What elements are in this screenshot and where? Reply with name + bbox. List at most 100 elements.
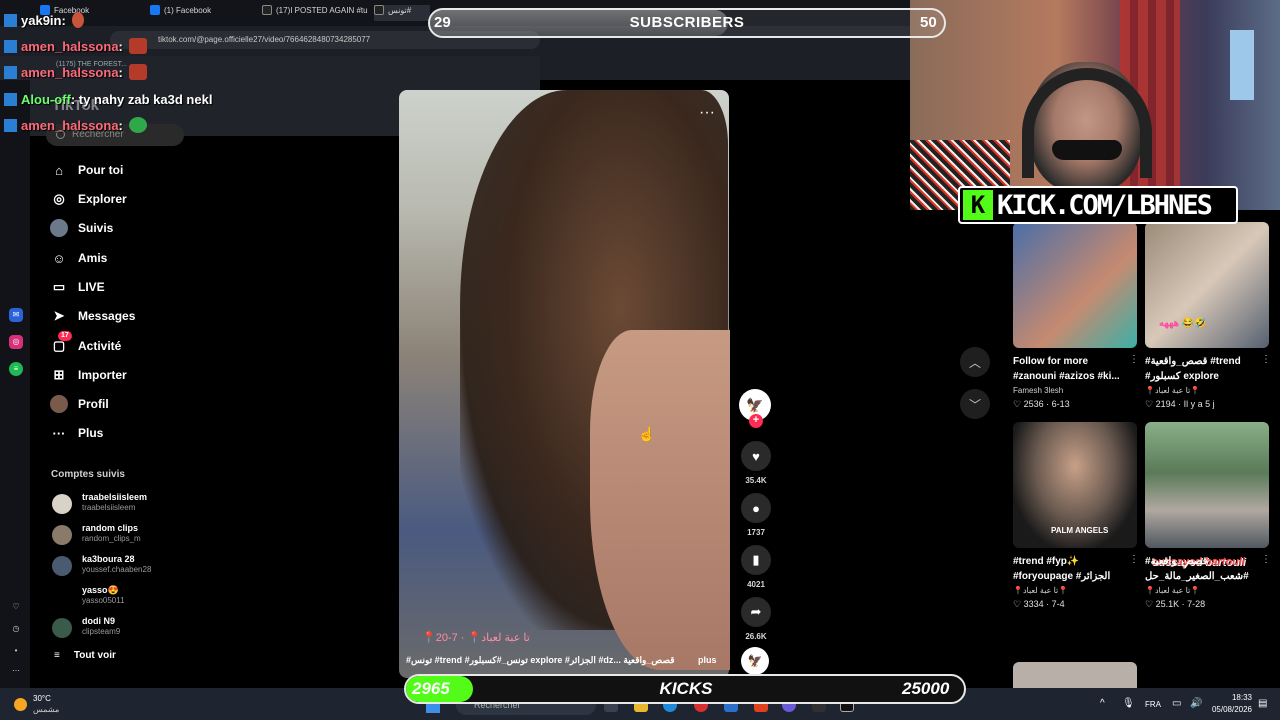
chevron-down-icon: ﹀ — [968, 397, 981, 412]
more-icon[interactable]: ⋮ — [1261, 354, 1271, 365]
notification-icon[interactable]: ▤ — [1258, 698, 1267, 709]
chevron-up-icon[interactable]: ^ — [1100, 698, 1105, 709]
avatar — [52, 618, 72, 638]
share-button[interactable]: ➦ — [741, 597, 771, 627]
following-accounts-title: Comptes suivis — [51, 469, 125, 480]
clock-time[interactable]: 18:33 — [1224, 693, 1252, 702]
subscriber-goal-label: SUBSCRIBERS — [629, 14, 745, 31]
more-icon: ··· — [52, 425, 66, 441]
more-icon[interactable]: ⋮ — [1129, 554, 1139, 565]
more-icon[interactable]: ⋯ — [9, 664, 23, 678]
thumbnail-caption: PALM ANGELS — [1051, 526, 1109, 535]
tiktok-icon — [374, 5, 384, 15]
comment-button[interactable]: ● — [741, 493, 771, 523]
browser-side-panel: ✉ ◎ ≡ ♡ ◷ • ⋯ — [0, 80, 30, 688]
emote-icon — [128, 117, 147, 133]
kick-badge-icon — [4, 65, 17, 79]
chat-message: amen_halssona : — [4, 37, 147, 55]
video-options-icon[interactable]: ··· — [699, 104, 715, 122]
subscriber-goal-target: 50 — [920, 14, 937, 31]
kick-badge-icon — [4, 92, 17, 106]
notification-badge: 17 — [58, 331, 72, 341]
kick-channel-banner: K KICK.COM/LBHNES — [958, 186, 1238, 224]
network-icon[interactable]: ▭ — [1172, 698, 1181, 709]
avatar — [52, 587, 72, 607]
video-thumbnail — [1145, 222, 1269, 348]
nav-activite[interactable]: ▢ 17 Activité — [50, 331, 121, 357]
kicks-count: 2965 — [412, 679, 450, 698]
more-link[interactable]: plus — [698, 655, 717, 665]
tiktok-icon — [262, 5, 272, 15]
sun-icon[interactable] — [14, 698, 27, 711]
live-icon: ▭ — [52, 279, 66, 294]
comment-count: 1737 — [747, 528, 765, 537]
more-icon[interactable]: ⋮ — [1129, 354, 1139, 365]
nav-plus[interactable]: ··· Plus — [50, 422, 104, 444]
heart-icon: ♥ — [752, 448, 760, 464]
browser-tab[interactable]: (17)I POSTED AGAIN #tu — [262, 5, 372, 21]
clock-date[interactable]: 05/08/2026 — [1204, 705, 1252, 714]
bookmark-icon: ▮ — [752, 552, 760, 567]
chat-message: yak9in : — [4, 11, 84, 29]
compass-icon: ◎ — [53, 191, 65, 206]
volume-icon[interactable]: 🔊 — [1190, 698, 1202, 709]
video-hashtags: #تونس #trend #تونس_#كسبلور explore #الجز… — [406, 655, 717, 665]
recording-icon[interactable]: • — [9, 644, 23, 658]
emote-icon — [128, 64, 147, 80]
nav-messages[interactable]: ➤ Messages — [50, 305, 136, 327]
friends-icon: ☺ — [52, 250, 66, 266]
nav-explorer[interactable]: ◎ Explorer — [50, 188, 126, 210]
heart-icon[interactable]: ♡ — [9, 600, 23, 614]
video-thumbnail — [1013, 222, 1137, 348]
messages-icon: ➤ — [53, 308, 65, 323]
messenger-icon[interactable]: ✉ — [9, 308, 23, 322]
thumbnail-caption: هههه 😂🤣 — [1159, 318, 1207, 329]
list-icon: ≡ — [54, 650, 60, 661]
nav-live[interactable]: ▭ LIVE — [50, 276, 105, 298]
facebook-icon — [150, 5, 160, 15]
kick-logo-icon: K — [963, 190, 993, 220]
avatar — [52, 494, 72, 514]
comment-icon: ● — [752, 500, 760, 516]
nav-amis[interactable]: ☺ Amis — [50, 247, 107, 269]
previous-video-button[interactable]: ︿ — [960, 347, 990, 377]
nav-importer[interactable]: ⊞ Importer — [50, 364, 127, 386]
see-all-link[interactable]: ≡ Tout voir — [54, 650, 116, 661]
subscriber-count: 29 — [434, 14, 451, 31]
weather-description: مشمس — [33, 705, 60, 714]
follow-plus-icon[interactable]: + — [749, 414, 763, 428]
sunglasses — [1052, 140, 1122, 160]
kick-badge-icon — [4, 13, 17, 27]
nav-suivis[interactable]: Suivis — [50, 217, 113, 239]
emote-icon — [128, 38, 147, 54]
chat-message: amen_halssona : — [4, 63, 147, 81]
avatar — [52, 556, 72, 576]
video-thumbnail[interactable] — [1013, 662, 1137, 688]
browser-tab[interactable]: (1) Facebook — [150, 5, 255, 21]
instagram-icon[interactable]: ◎ — [9, 335, 23, 349]
microphone-icon[interactable]: 🎙 — [1122, 698, 1135, 709]
video-frame-face — [590, 330, 730, 670]
spotify-icon[interactable]: ≡ — [9, 362, 23, 376]
more-icon[interactable]: ⋮ — [1261, 554, 1271, 565]
kicks-goal-label: KICKS — [659, 679, 713, 698]
chat-message: Alou-off : ty nahy zab ka3d nekl — [4, 90, 212, 108]
music-disc-icon[interactable]: 🦅 — [741, 647, 769, 675]
weather-temperature[interactable]: 30°C — [33, 694, 51, 703]
video-thumbnail — [1145, 422, 1269, 548]
keyboard-language[interactable]: FRA — [1145, 700, 1161, 709]
history-icon[interactable]: ◷ — [9, 622, 23, 636]
activity-icon: ▢ 17 — [50, 331, 72, 355]
video-caption: 📍تا عبة لعباد📍 · 7-20 — [422, 632, 530, 644]
chevron-up-icon: ︿ — [968, 355, 981, 370]
next-video-button[interactable]: ﹀ — [960, 389, 990, 419]
save-button[interactable]: ▮ — [741, 545, 771, 575]
nav-pour-toi[interactable]: ⌂ Pour toi — [50, 159, 123, 181]
nav-profil[interactable]: Profil — [50, 393, 109, 415]
home-icon: ⌂ — [55, 162, 63, 178]
browser-tab-active[interactable]: تونس# — [374, 5, 430, 21]
hand-cursor-icon: ☝ — [638, 426, 656, 442]
emote-icon — [71, 12, 84, 28]
avatar — [52, 525, 72, 545]
like-button[interactable]: ♥ — [741, 441, 771, 471]
